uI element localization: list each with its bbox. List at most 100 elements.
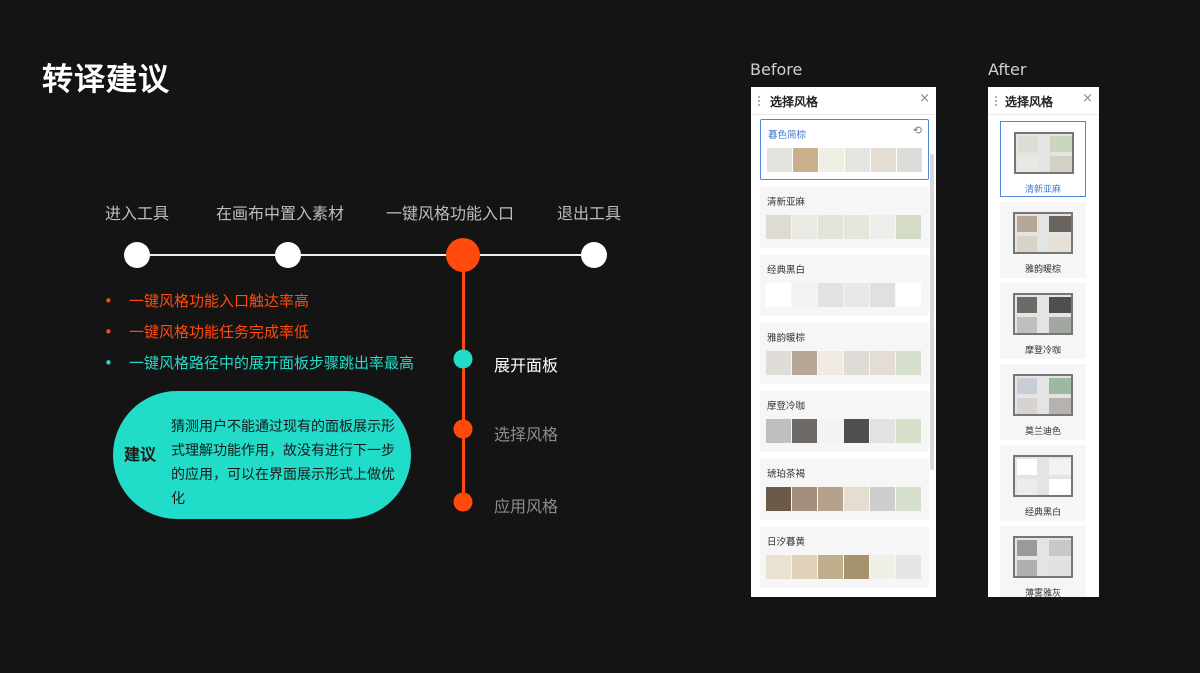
room-block	[1049, 479, 1071, 495]
style-card[interactable]: 日汐暮黄	[760, 527, 929, 588]
room-block	[1050, 156, 1072, 172]
scrollbar[interactable]	[930, 154, 934, 470]
style-card[interactable]: 琥珀茶褐	[760, 459, 929, 520]
room-block	[1017, 378, 1037, 394]
style-name: 雅韵暖棕	[767, 333, 806, 344]
material-swatch	[870, 487, 895, 511]
suggestion-text: 猜测用户不能通过现有的面板展示形式理解功能作用，故没有进行下一步的应用，可以在界…	[171, 419, 395, 507]
style-card[interactable]: 雅韵暖棕	[760, 323, 929, 384]
material-swatch	[845, 148, 870, 172]
room-block	[1017, 216, 1037, 232]
style-name: 摩登冷咖	[767, 401, 806, 412]
material-swatch	[766, 555, 791, 579]
reset-icon[interactable]: ⟲	[913, 124, 922, 137]
drag-handle-icon[interactable]	[757, 95, 761, 107]
style-card[interactable]: 清新亚麻	[1000, 121, 1086, 197]
findings-list: • 一键风格功能入口触达率高 • 一键风格功能任务完成率低 • 一键风格路径中的展开面…	[104, 292, 414, 385]
style-card[interactable]: 雅韵暖棕	[1000, 202, 1086, 278]
after-caption: After	[988, 60, 1027, 79]
room-block	[1049, 560, 1071, 576]
style-card[interactable]: 薄雾雅灰	[1000, 526, 1086, 597]
material-swatch	[792, 215, 817, 239]
swatch-row	[766, 555, 921, 579]
timeline-node-enter	[124, 242, 150, 268]
material-swatch	[766, 419, 791, 443]
swatch-row	[766, 351, 921, 375]
room-block	[1049, 540, 1071, 556]
before-style-panel: 选择风格 × 暮色简棕 ⟲ 清新亚麻 经典黑白 雅韵暖棕 摩登冷咖 琥珀茶褐 日汐暮黄	[751, 87, 936, 597]
material-swatch	[870, 215, 895, 239]
suggestion-tag: 建议	[124, 445, 157, 464]
floorplan-thumbnail	[1013, 536, 1073, 578]
timeline-node-exit	[581, 242, 607, 268]
style-name: 雅韵暖棕	[1024, 265, 1061, 275]
after-style-panel: 选择风格 × 清新亚麻雅韵暖棕摩登冷咖 莫兰迪色经典黑白薄雾雅灰	[988, 87, 1099, 597]
style-card[interactable]: 摩登冷咖	[760, 391, 929, 452]
material-swatch	[897, 148, 922, 172]
style-card[interactable]: 摩登冷咖	[1000, 283, 1086, 359]
material-swatch	[871, 148, 896, 172]
material-swatch	[766, 215, 791, 239]
material-swatch	[818, 419, 843, 443]
material-swatch	[896, 555, 921, 579]
panel-title: 选择风格	[1005, 95, 1054, 109]
step-label-exit: 退出工具	[556, 204, 622, 223]
material-swatch	[792, 487, 817, 511]
finding-item: • 一键风格功能入口触达率高	[104, 292, 310, 310]
style-card[interactable]: 经典黑白	[1000, 445, 1086, 521]
style-card[interactable]: 清新亚麻	[760, 187, 929, 248]
material-swatch	[896, 215, 921, 239]
room-block	[1049, 236, 1071, 252]
room-block	[1017, 236, 1037, 252]
style-name: 薄雾雅灰	[1024, 589, 1061, 597]
swatch-row	[766, 487, 921, 511]
material-swatch	[844, 283, 869, 307]
material-swatch	[896, 419, 921, 443]
page-title: 转译建议	[42, 62, 170, 98]
sub-timeline-line	[462, 256, 465, 502]
material-swatch	[844, 555, 869, 579]
room-block	[1017, 297, 1037, 313]
swatch-row	[766, 215, 921, 239]
timeline-line	[137, 254, 594, 256]
room-block	[1017, 459, 1037, 475]
room-block	[1017, 317, 1037, 333]
material-swatch	[818, 487, 843, 511]
room-block	[1049, 216, 1071, 232]
material-swatch	[792, 351, 817, 375]
close-icon[interactable]: ×	[1082, 91, 1093, 106]
style-card[interactable]: 经典黑白	[760, 255, 929, 316]
material-swatch	[818, 283, 843, 307]
close-icon[interactable]: ×	[919, 91, 930, 106]
style-card[interactable]: 暮色简棕 ⟲	[760, 119, 929, 180]
room-block	[1049, 459, 1071, 475]
style-card[interactable]: 莫兰迪色	[1000, 364, 1086, 440]
room-block	[1050, 136, 1072, 152]
floorplan-thumbnail	[1014, 132, 1074, 174]
material-swatch	[844, 487, 869, 511]
timeline-node-one-click-style	[446, 238, 480, 272]
material-swatch	[766, 487, 791, 511]
material-swatch	[870, 419, 895, 443]
swatch-row	[766, 419, 921, 443]
sub-label-expand-panel: 展开面板	[494, 356, 559, 375]
bullet-dot-icon: •	[104, 292, 113, 310]
room-block	[1017, 540, 1037, 556]
material-swatch	[793, 148, 818, 172]
finding-item: • 一键风格功能任务完成率低	[104, 323, 310, 341]
floorplan-thumbnail	[1013, 293, 1073, 335]
material-swatch	[844, 351, 869, 375]
bullet-dot-icon: •	[104, 323, 113, 341]
suggestion-pill: 建议 猜测用户不能通过现有的面板展示形式理解功能作用，故没有进行下一步的应用，可…	[113, 391, 411, 519]
material-swatch	[819, 148, 844, 172]
room-block	[1017, 398, 1037, 414]
material-swatch	[792, 283, 817, 307]
room-block	[1049, 378, 1071, 394]
room-block	[1018, 156, 1038, 172]
drag-handle-icon[interactable]	[994, 95, 998, 107]
floorplan-thumbnail	[1013, 212, 1073, 254]
material-swatch	[818, 215, 843, 239]
style-name: 经典黑白	[1024, 508, 1061, 518]
material-swatch	[896, 351, 921, 375]
material-swatch	[870, 351, 895, 375]
